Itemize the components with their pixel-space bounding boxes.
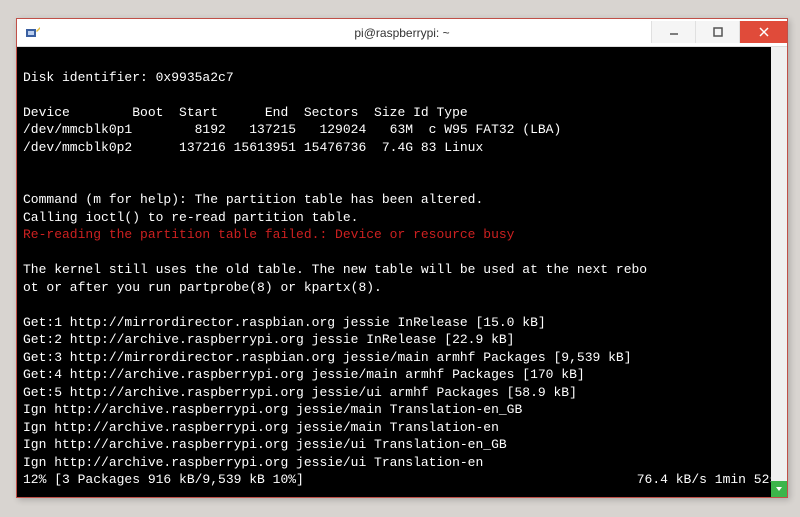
apt-line: Ign http://archive.raspberrypi.org jessi…: [23, 455, 483, 470]
progress-left: 12% [3 Packages 916 kB/9,539 kB 10%]: [23, 471, 304, 489]
minimize-button[interactable]: [651, 21, 695, 43]
terminal-output[interactable]: Disk identifier: 0x9935a2c7 Device Boot …: [17, 47, 787, 497]
terminal-line: Command (m for help): The partition tabl…: [23, 192, 483, 207]
partition-header: Device Boot Start End Sectors Size Id Ty…: [23, 105, 468, 120]
apt-line: Get:2 http://archive.raspberrypi.org jes…: [23, 332, 514, 347]
terminal-window: pi@raspberrypi: ~ Disk identifier: 0x993…: [16, 18, 788, 498]
scroll-down-arrow[interactable]: [771, 481, 787, 497]
progress-line: 12% [3 Packages 916 kB/9,539 kB 10%] 76.4…: [23, 471, 785, 489]
apt-line: Ign http://archive.raspberrypi.org jessi…: [23, 402, 522, 417]
apt-line: Get:4 http://archive.raspberrypi.org jes…: [23, 367, 585, 382]
partition-row: /dev/mmcblk0p2 137216 15613951 15476736 …: [23, 140, 483, 155]
terminal-line: ot or after you run partprobe(8) or kpar…: [23, 280, 382, 295]
titlebar: pi@raspberrypi: ~: [17, 19, 787, 47]
window-controls: [651, 21, 787, 45]
apt-line: Get:5 http://archive.raspberrypi.org jes…: [23, 385, 577, 400]
error-line: Re-reading the partition table failed.: …: [23, 227, 514, 242]
terminal-line: Calling ioctl() to re-read partition tab…: [23, 210, 358, 225]
close-button[interactable]: [739, 21, 787, 43]
apt-line: Get:1 http://mirrordirector.raspbian.org…: [23, 315, 546, 330]
terminal-line: Disk identifier: 0x9935a2c7: [23, 70, 234, 85]
maximize-button[interactable]: [695, 21, 739, 43]
putty-icon: [23, 23, 43, 43]
apt-line: Ign http://archive.raspberrypi.org jessi…: [23, 437, 507, 452]
scrollbar[interactable]: [771, 47, 787, 497]
apt-line: Get:3 http://mirrordirector.raspbian.org…: [23, 350, 632, 365]
progress-right: 76.4 kB/s 1min 52s: [637, 472, 777, 487]
apt-line: Ign http://archive.raspberrypi.org jessi…: [23, 420, 499, 435]
terminal-line: The kernel still uses the old table. The…: [23, 262, 647, 277]
partition-row: /dev/mmcblk0p1 8192 137215 129024 63M c …: [23, 122, 561, 137]
